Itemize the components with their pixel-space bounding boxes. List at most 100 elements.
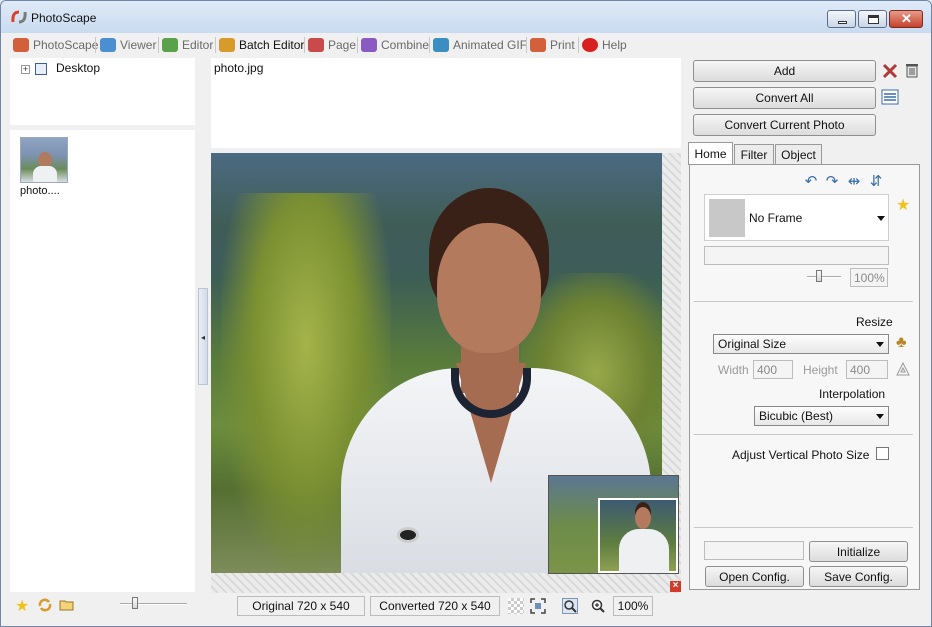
initialize-button[interactable]: Initialize	[809, 541, 908, 562]
add-button[interactable]: Add	[693, 60, 876, 82]
maximize-icon	[868, 15, 879, 24]
page-icon	[308, 38, 324, 52]
navigator-face	[635, 507, 651, 529]
viewer-icon	[100, 38, 116, 52]
tab-divider	[526, 37, 527, 53]
combine-icon	[361, 38, 377, 52]
favorite-star-icon[interactable]: ★	[15, 596, 29, 616]
batch-editor-icon	[219, 38, 235, 52]
converted-size-status: Converted 720 x 540	[370, 596, 500, 616]
flip-horizontal-icon[interactable]: ⇹	[846, 174, 862, 190]
tab-label: Editor	[182, 38, 214, 52]
navigator-shirt	[619, 529, 669, 573]
adjust-vertical-label: Adjust Vertical Photo Size	[732, 448, 870, 462]
desktop-icon	[35, 63, 47, 75]
tab-home[interactable]: Home	[688, 142, 733, 165]
tab-label: Viewer	[120, 38, 157, 52]
photo-thumbnail[interactable]	[20, 137, 68, 183]
tab-animated-gif[interactable]: Animated GIF	[433, 35, 527, 55]
section-divider	[694, 527, 913, 528]
frame-opacity-slider-thumb[interactable]	[816, 270, 822, 282]
title-bar: PhotoScape ✕	[1, 1, 931, 33]
frame-selected-label: No Frame	[749, 211, 803, 225]
tab-print[interactable]: Print	[530, 35, 575, 55]
tab-divider	[429, 37, 430, 53]
frame-select[interactable]: No Frame	[704, 194, 889, 241]
triangle-ruler-icon[interactable]	[895, 361, 911, 377]
tab-label: Help	[602, 38, 627, 52]
maximize-button[interactable]	[858, 10, 887, 28]
flip-vertical-icon[interactable]: ⇵	[868, 174, 884, 190]
window-title: PhotoScape	[31, 11, 97, 25]
folder-open-icon[interactable]	[59, 597, 75, 613]
acorn-icon[interactable]: ♣	[896, 334, 907, 352]
zoom-in-icon[interactable]	[590, 598, 606, 614]
file-list-panel	[10, 130, 195, 592]
frame-preview-swatch	[709, 199, 745, 237]
help-icon	[582, 38, 598, 52]
frame-opacity-field[interactable]: 100%	[850, 268, 888, 287]
tab-filter[interactable]: Filter	[734, 144, 774, 165]
convert-all-button[interactable]: Convert All	[693, 87, 876, 109]
list-icon[interactable]	[881, 88, 899, 106]
minimize-button[interactable]	[827, 10, 856, 28]
minimize-icon	[838, 21, 847, 24]
adjust-vertical-checkbox[interactable]	[876, 447, 889, 460]
frame-options-field[interactable]	[704, 246, 889, 265]
collapse-arrow-icon: ◂	[201, 333, 206, 342]
save-config-button[interactable]: Save Config.	[809, 566, 908, 587]
preview-header	[211, 58, 681, 148]
tab-label: PhotoScape	[33, 38, 99, 52]
tab-object[interactable]: Object	[775, 144, 822, 165]
rotate-right-icon[interactable]: ↷	[824, 174, 840, 190]
animated-gif-icon	[433, 38, 449, 52]
favorite-star-icon[interactable]: ★	[896, 195, 910, 215]
close-icon: ✕	[901, 11, 912, 26]
resize-mode-value: Original Size	[718, 337, 787, 351]
transparency-grid-icon[interactable]	[508, 598, 524, 614]
tab-batch-editor[interactable]: Batch Editor	[219, 35, 304, 55]
photo-ring	[397, 527, 419, 543]
refresh-icon[interactable]	[37, 597, 53, 613]
frame-opacity-slider[interactable]	[807, 276, 841, 278]
tab-editor[interactable]: Editor	[162, 35, 213, 55]
preset-field[interactable]	[704, 541, 804, 560]
tab-viewer[interactable]: Viewer	[100, 35, 156, 55]
tab-divider	[578, 37, 579, 53]
resize-mode-select[interactable]: Original Size	[713, 334, 889, 354]
tab-help[interactable]: Help	[582, 35, 627, 55]
thumbnail-size-slider-thumb[interactable]	[132, 597, 138, 609]
print-icon	[530, 38, 546, 52]
trash-icon[interactable]	[903, 61, 921, 79]
interpolation-select[interactable]: Bicubic (Best)	[754, 406, 889, 426]
panel-collapse-handle[interactable]: ◂	[198, 288, 208, 385]
close-button[interactable]: ✕	[889, 10, 923, 28]
tab-page[interactable]: Page	[308, 35, 356, 55]
fit-to-window-icon[interactable]	[530, 598, 546, 614]
tree-item-desktop[interactable]: Desktop	[56, 61, 100, 75]
rotate-left-icon[interactable]: ↶	[803, 174, 819, 190]
tab-label: Animated GIF	[453, 38, 528, 52]
tab-photoscape[interactable]: PhotoScape	[13, 35, 98, 55]
thumbnail-size-slider[interactable]	[120, 603, 187, 605]
width-label: Width	[718, 363, 749, 377]
height-label: Height	[803, 363, 838, 377]
section-divider	[694, 434, 913, 435]
tab-label: Combine	[381, 38, 430, 52]
zoom-level: 100%	[613, 596, 653, 616]
actual-size-zoom-icon[interactable]	[562, 598, 578, 614]
convert-current-button[interactable]: Convert Current Photo	[693, 114, 876, 136]
navigator-close-icon[interactable]: ×	[670, 581, 681, 592]
resize-label: Resize	[856, 315, 893, 329]
height-input[interactable]: 400	[846, 360, 888, 379]
open-config-button[interactable]: Open Config.	[705, 566, 804, 587]
thumbnail-shirt	[33, 166, 57, 182]
chevron-down-icon	[876, 414, 884, 419]
remove-icon[interactable]	[881, 62, 899, 80]
interpolation-value: Bicubic (Best)	[759, 409, 834, 423]
interpolation-label: Interpolation	[819, 387, 886, 401]
tree-expand-icon[interactable]: +	[21, 65, 30, 74]
width-input[interactable]: 400	[753, 360, 793, 379]
chevron-down-icon	[877, 216, 885, 221]
tab-combine[interactable]: Combine	[361, 35, 429, 55]
